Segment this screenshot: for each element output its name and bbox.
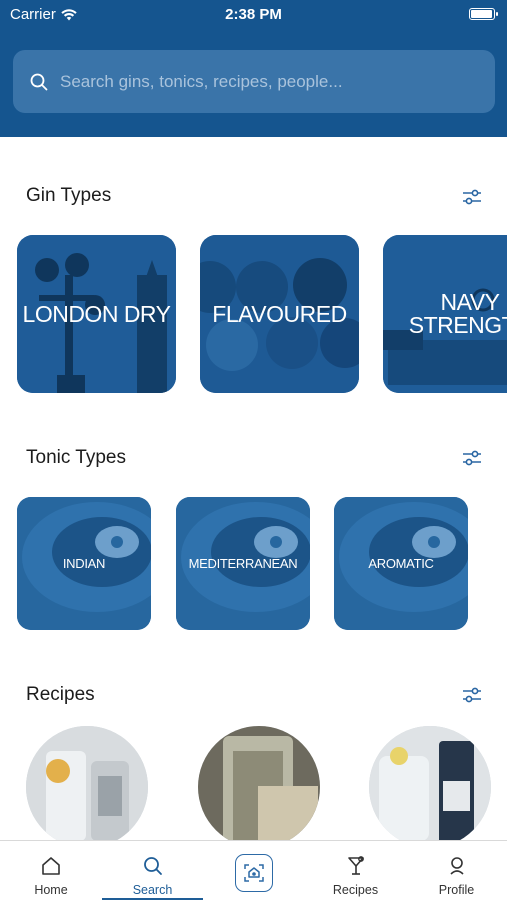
battery-icon <box>469 8 498 20</box>
tonic-card-aromatic[interactable]: AROMATIC <box>334 497 468 630</box>
recipe-photo <box>198 726 320 848</box>
tonic-type-label: AROMATIC <box>368 556 434 571</box>
gin-card-flavoured[interactable]: FLAVOURED <box>200 235 359 393</box>
tab-recipes[interactable]: Recipes <box>305 841 406 900</box>
recipe-image-3[interactable] <box>369 726 491 848</box>
tab-label: Profile <box>438 883 475 897</box>
tonic-card-indian[interactable]: INDIAN <box>17 497 151 630</box>
search-field[interactable] <box>13 50 495 113</box>
gin-card-london-dry[interactable]: LONDON DRY <box>17 235 176 393</box>
gin-type-label: FLAVOURED <box>212 300 347 327</box>
recipe-image-1[interactable] <box>26 726 148 848</box>
recipe-image-2[interactable] <box>198 726 320 848</box>
clock: 2:38 PM <box>225 6 282 23</box>
tab-home[interactable]: Home <box>0 841 102 900</box>
tonic-type-label: MEDITERRANEAN <box>188 556 298 571</box>
tab-label: Recipes <box>332 883 379 897</box>
gin-types-filter-icon[interactable] <box>462 188 482 206</box>
recipes-title: Recipes <box>26 684 95 705</box>
tab-profile[interactable]: Profile <box>406 841 507 900</box>
gin-types-title: Gin Types <box>26 185 112 206</box>
person-icon <box>446 855 468 877</box>
header: Carrier 2:38 PM <box>0 0 507 137</box>
gin-card-navy-strength[interactable]: NAVY STRENGTH <box>383 235 507 393</box>
cocktail-glass-icon <box>345 855 367 877</box>
camera-button[interactable] <box>235 854 273 892</box>
search-icon <box>30 73 48 91</box>
tab-search[interactable]: Search <box>102 841 203 900</box>
gin-type-label: LONDON DRY <box>22 300 171 327</box>
home-icon <box>40 855 62 877</box>
camera-icon <box>244 864 264 882</box>
search-input[interactable] <box>60 71 460 92</box>
status-bar: Carrier 2:38 PM <box>0 0 507 30</box>
recipe-photo <box>26 726 148 848</box>
tab-bar: Home Search Recipes Profile <box>0 840 507 900</box>
tab-label: Search <box>132 883 173 897</box>
tonic-types-title: Tonic Types <box>26 447 126 468</box>
recipes-filter-icon[interactable] <box>462 686 482 704</box>
tonic-card-mediterranean[interactable]: MEDITERRANEAN <box>176 497 310 630</box>
battery-level <box>471 10 492 18</box>
search-icon <box>142 855 164 877</box>
app-screen: Carrier 2:38 PM Gin Types <box>0 0 507 900</box>
tab-label: Home <box>34 883 68 897</box>
tonic-types-filter-icon[interactable] <box>462 449 482 467</box>
tonic-type-label: INDIAN <box>62 556 106 571</box>
gin-type-label: NAVY STRENGTH <box>408 289 507 338</box>
recipe-photo <box>369 726 491 848</box>
